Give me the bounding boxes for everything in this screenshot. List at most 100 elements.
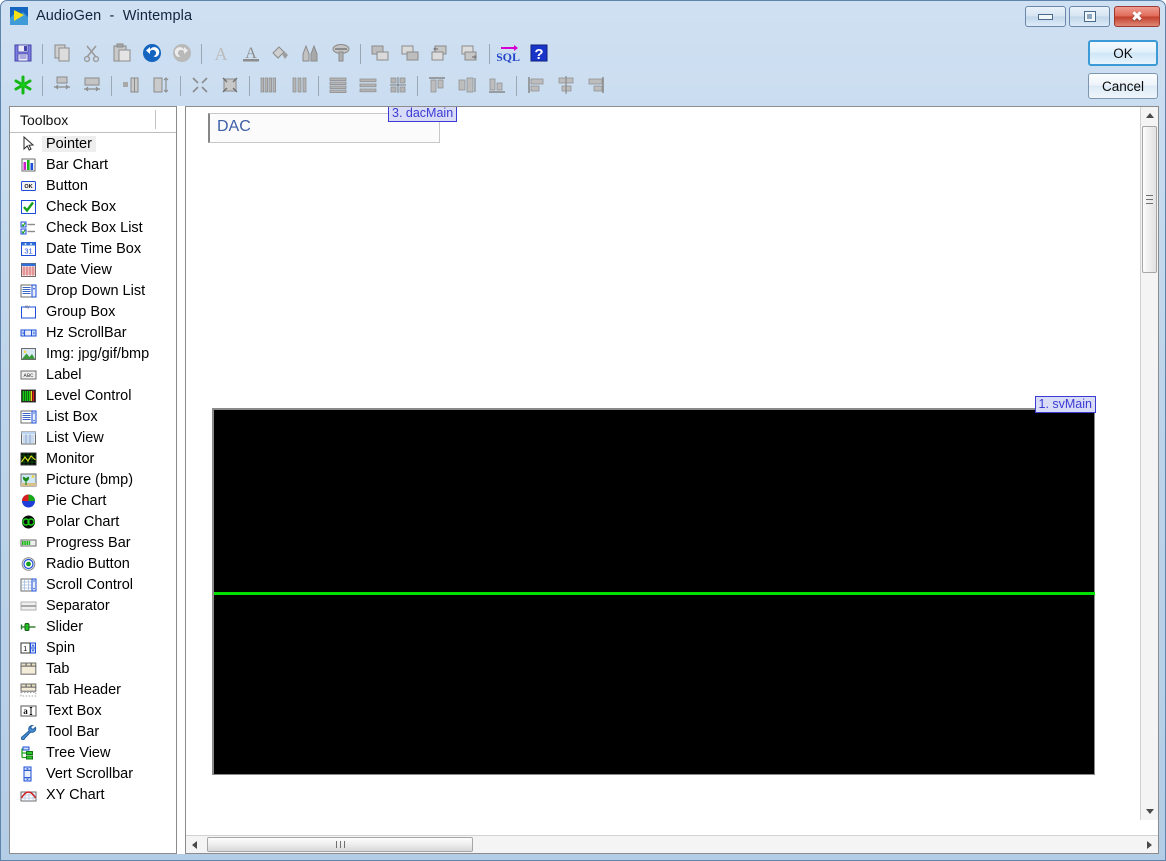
scroll-right-button[interactable]: [1141, 836, 1158, 853]
spacing-horizontal-icon[interactable]: [146, 71, 176, 99]
minimize-button[interactable]: [1025, 6, 1066, 27]
toolbox-item-bar-chart[interactable]: Bar Chart: [10, 154, 176, 175]
toolbox-item-tree-view[interactable]: Tree View: [10, 742, 176, 763]
toolbox-item-scroll-control[interactable]: Scroll Control: [10, 574, 176, 595]
send-backward-icon[interactable]: [455, 39, 485, 67]
align-bottom-icon[interactable]: [482, 71, 512, 99]
waveform-line: [214, 592, 1095, 595]
toolbox-item-list-view[interactable]: List View: [10, 427, 176, 448]
toolbox-item-slider[interactable]: Slider: [10, 616, 176, 637]
toolbox-item-label: Label: [46, 366, 82, 383]
align-middle-icon[interactable]: [452, 71, 482, 99]
toolbox-item-polar-chart[interactable]: Polar Chart: [10, 511, 176, 532]
toolbox-item-pointer[interactable]: Pointer: [10, 133, 176, 154]
toolbox-item-check-box[interactable]: Check Box: [10, 196, 176, 217]
bring-to-front-icon[interactable]: [365, 39, 395, 67]
toolbox-item-check-box-list[interactable]: Check Box List: [10, 217, 176, 238]
toolbox-item-hz-scrollbar[interactable]: Hz ScrollBar: [10, 322, 176, 343]
scroll-left-button[interactable]: [186, 836, 203, 853]
help-icon[interactable]: ?: [524, 39, 554, 67]
toolbox-item-group-box[interactable]: xy Group Box: [10, 301, 176, 322]
sql-icon[interactable]: SQL: [494, 39, 524, 67]
toolbox-item-date-view[interactable]: Date View: [10, 259, 176, 280]
screw-icon[interactable]: [326, 39, 356, 67]
scroll-down-button[interactable]: [1141, 803, 1158, 820]
toolbox-item-tab[interactable]: Tab: [10, 658, 176, 679]
scroll-up-icon: [1145, 113, 1154, 118]
grid-expand-icon[interactable]: [383, 71, 413, 99]
rows-spaced-icon[interactable]: [353, 71, 383, 99]
scope-control[interactable]: 1. svMain: [212, 396, 1096, 775]
toolbox-column-splitter[interactable]: [155, 110, 156, 129]
snowflake-icon[interactable]: [8, 71, 38, 99]
toolbox-item-label: Date View: [46, 261, 112, 278]
toolbox-item-list-box[interactable]: List Box: [10, 406, 176, 427]
toolbox-item-label: List View: [46, 429, 104, 446]
cut-icon[interactable]: [77, 39, 107, 67]
columns-icon[interactable]: [284, 71, 314, 99]
toolbox-item-picture-bmp[interactable]: Picture (bmp): [10, 469, 176, 490]
toolbox-item-date-time-box[interactable]: 31 Date Time Box: [10, 238, 176, 259]
pie-chart-icon: [18, 492, 38, 509]
maximize-button[interactable]: [1069, 6, 1110, 27]
minimize-icon: [1038, 13, 1053, 20]
canvas-horizontal-scrollbar[interactable]: [186, 835, 1158, 853]
toolbox-item-button[interactable]: OK Button: [10, 175, 176, 196]
toolbox-item-text-box[interactable]: a Text Box: [10, 700, 176, 721]
size-height-icon[interactable]: [77, 71, 107, 99]
save-icon[interactable]: [8, 39, 38, 67]
cancel-button[interactable]: Cancel: [1088, 73, 1158, 99]
undo-icon[interactable]: [137, 39, 167, 67]
align-top-icon[interactable]: [422, 71, 452, 99]
canvas-surface[interactable]: DAC 3. dacMain 1. svMain: [186, 107, 1142, 824]
columns-equal-icon[interactable]: [254, 71, 284, 99]
vertical-scroll-thumb[interactable]: [1142, 126, 1157, 273]
close-button[interactable]: ✖: [1114, 6, 1160, 27]
toolbox-item-xy-chart[interactable]: XY Chart: [10, 784, 176, 805]
scroll-up-button[interactable]: [1141, 107, 1158, 124]
grip-icon: [335, 841, 345, 848]
fill-color-icon[interactable]: [266, 39, 296, 67]
scope-badge[interactable]: 1. svMain: [1034, 396, 1096, 413]
dac-badge[interactable]: 3. dacMain: [388, 107, 458, 122]
toolbox-item-separator[interactable]: Separator: [10, 595, 176, 616]
toolbox-item-drop-down-list[interactable]: Drop Down List: [10, 280, 176, 301]
align-right-icon[interactable]: [581, 71, 611, 99]
toolbox-item-spin[interactable]: 1 Spin: [10, 637, 176, 658]
rows-fill-icon[interactable]: [323, 71, 353, 99]
toolbox-item-progress-bar[interactable]: Progress Bar: [10, 532, 176, 553]
collapse-icon[interactable]: [215, 71, 245, 99]
toolbox-item-radio-button[interactable]: Radio Button: [10, 553, 176, 574]
font-color-icon[interactable]: A: [236, 39, 266, 67]
dac-control[interactable]: DAC 3. dacMain: [208, 107, 458, 143]
toolbox-item-level-control[interactable]: Level Control: [10, 385, 176, 406]
toolbox-item-vert-scrollbar[interactable]: Vert Scrollbar: [10, 763, 176, 784]
toolbox-item-monitor[interactable]: Monitor: [10, 448, 176, 469]
design-canvas[interactable]: DAC 3. dacMain 1. svMain: [185, 106, 1159, 854]
toolbox-item-tool-bar[interactable]: Tool Bar: [10, 721, 176, 742]
send-to-back-icon[interactable]: [395, 39, 425, 67]
toolbox-item-label: Monitor: [46, 450, 95, 467]
pen-icon[interactable]: [296, 39, 326, 67]
toolbox-item-pie-chart[interactable]: Pie Chart: [10, 490, 176, 511]
redo-icon[interactable]: [167, 39, 197, 67]
copy-icon[interactable]: [47, 39, 77, 67]
font-icon[interactable]: A: [206, 39, 236, 67]
toolbox-item-label: Check Box: [46, 198, 117, 215]
toolbox-item-label[interactable]: ABC Label: [10, 364, 176, 385]
canvas-vertical-scrollbar[interactable]: [1140, 107, 1158, 820]
toolbox-item-tab-header[interactable]: Tab Header: [10, 679, 176, 700]
size-width-icon[interactable]: [47, 71, 77, 99]
spacing-vertical-icon[interactable]: [116, 71, 146, 99]
audiogen-logo-icon: [10, 7, 28, 25]
toolbox-item-label: Slider: [46, 618, 84, 635]
paste-icon[interactable]: [107, 39, 137, 67]
align-left-icon[interactable]: [521, 71, 551, 99]
shrink-icon[interactable]: [185, 71, 215, 99]
toolbox-item-img-jpg-gif-bmp[interactable]: Img: jpg/gif/bmp: [10, 343, 176, 364]
bring-forward-icon[interactable]: [425, 39, 455, 67]
horizontal-scroll-thumb[interactable]: [207, 837, 473, 852]
date-time-box-icon: 31: [18, 240, 38, 257]
ok-button[interactable]: OK: [1088, 40, 1158, 66]
align-center-icon[interactable]: [551, 71, 581, 99]
